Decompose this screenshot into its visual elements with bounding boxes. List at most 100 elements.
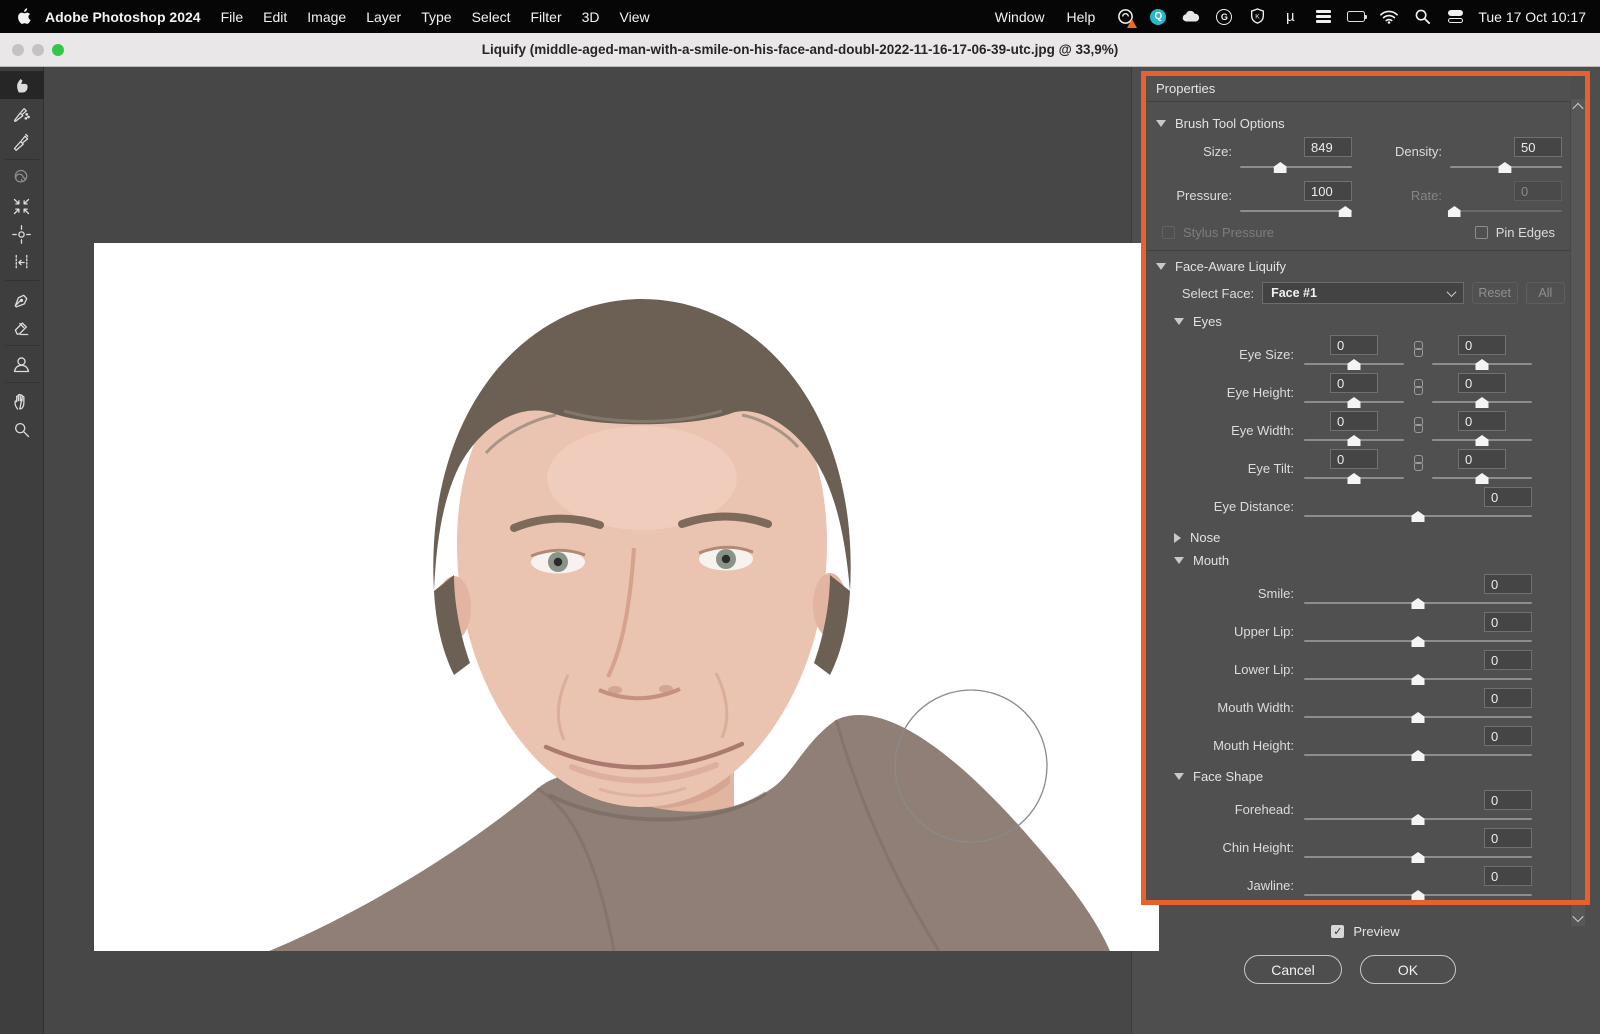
- slider[interactable]: [1432, 358, 1532, 370]
- slider[interactable]: [1304, 889, 1532, 900]
- menu-view[interactable]: View: [610, 9, 660, 25]
- app-name[interactable]: Adobe Photoshop 2024: [45, 9, 201, 25]
- slider[interactable]: [1432, 396, 1532, 408]
- slider-thumb[interactable]: [1476, 473, 1489, 484]
- select-face-dropdown[interactable]: Face #1: [1262, 282, 1463, 304]
- scroll-up-icon[interactable]: [1572, 103, 1583, 114]
- slider-thumb[interactable]: [1476, 435, 1489, 446]
- wifi-icon[interactable]: [1380, 8, 1398, 26]
- slider[interactable]: [1304, 749, 1532, 761]
- slider[interactable]: [1304, 358, 1404, 370]
- menu-window[interactable]: Window: [984, 9, 1056, 25]
- pucker-tool[interactable]: [0, 192, 44, 220]
- menu-select[interactable]: Select: [462, 9, 521, 25]
- value-field[interactable]: 0: [1484, 612, 1532, 632]
- slider[interactable]: [1304, 673, 1532, 685]
- menu-help[interactable]: Help: [1056, 9, 1107, 25]
- creative-cloud-warning-icon[interactable]: [1116, 8, 1134, 26]
- slider-thumb[interactable]: [1412, 890, 1425, 900]
- section-eyes[interactable]: Eyes: [1174, 314, 1565, 329]
- stacked-windows-icon[interactable]: [1314, 8, 1332, 26]
- slider-thumb[interactable]: [1412, 712, 1425, 723]
- forward-warp-tool[interactable]: [0, 71, 44, 99]
- menu-edit[interactable]: Edit: [253, 9, 297, 25]
- smooth-tool[interactable]: [0, 127, 44, 155]
- hand-tool[interactable]: [0, 387, 44, 415]
- section-mouth[interactable]: Mouth: [1174, 553, 1565, 568]
- value-field[interactable]: 0: [1458, 335, 1506, 355]
- spotlight-search-icon[interactable]: [1413, 8, 1431, 26]
- slider-thumb[interactable]: [1348, 473, 1361, 484]
- face-tool[interactable]: [0, 350, 44, 378]
- slider[interactable]: [1304, 434, 1404, 446]
- slider-thumb[interactable]: [1348, 359, 1361, 370]
- slider[interactable]: [1304, 711, 1532, 723]
- control-center-icon[interactable]: [1446, 8, 1464, 26]
- reconstruct-tool[interactable]: [0, 99, 44, 127]
- stylus-pressure-checkbox[interactable]: Stylus Pressure: [1162, 225, 1274, 240]
- slider[interactable]: [1304, 597, 1532, 609]
- slider-thumb[interactable]: [1412, 674, 1425, 685]
- slider-thumb[interactable]: [1412, 636, 1425, 647]
- all-button[interactable]: All: [1526, 282, 1565, 304]
- slider[interactable]: [1304, 396, 1404, 408]
- slider[interactable]: [1304, 472, 1404, 484]
- value-field[interactable]: 0: [1484, 688, 1532, 708]
- slider-thumb[interactable]: [1339, 206, 1352, 217]
- value-field[interactable]: 0: [1330, 449, 1378, 469]
- photo-canvas[interactable]: [94, 243, 1159, 951]
- slider-thumb[interactable]: [1476, 397, 1489, 408]
- slider-thumb[interactable]: [1348, 397, 1361, 408]
- slider[interactable]: [1304, 851, 1532, 863]
- slider-thumb[interactable]: [1412, 814, 1425, 825]
- value-field[interactable]: 0: [1458, 449, 1506, 469]
- value-field[interactable]: 100: [1304, 181, 1352, 201]
- section-nose[interactable]: Nose: [1174, 530, 1565, 545]
- slider-thumb[interactable]: [1412, 598, 1425, 609]
- slider-thumb[interactable]: [1274, 162, 1287, 173]
- value-field[interactable]: 0: [1330, 335, 1378, 355]
- value-field[interactable]: 849: [1304, 137, 1352, 157]
- value-field[interactable]: 0: [1484, 574, 1532, 594]
- freeze-mask-tool[interactable]: [0, 285, 44, 313]
- value-field[interactable]: 0: [1458, 373, 1506, 393]
- link-icon[interactable]: [1404, 411, 1432, 433]
- thaw-mask-tool[interactable]: [0, 313, 44, 341]
- menu-file[interactable]: File: [211, 9, 254, 25]
- slider-thumb[interactable]: [1412, 750, 1425, 761]
- link-icon[interactable]: [1404, 335, 1432, 357]
- value-field[interactable]: 0: [1330, 411, 1378, 431]
- slider[interactable]: [1450, 161, 1562, 173]
- section-face-aware-liquify[interactable]: Face-Aware Liquify: [1156, 259, 1565, 274]
- menu-layer[interactable]: Layer: [356, 9, 411, 25]
- value-field[interactable]: 0: [1484, 866, 1532, 886]
- menu-image[interactable]: Image: [297, 9, 356, 25]
- teal-app-icon[interactable]: Q: [1149, 8, 1167, 26]
- preview-checkbox[interactable]: ✓: [1331, 925, 1344, 938]
- value-field[interactable]: 50: [1514, 137, 1562, 157]
- section-face-shape[interactable]: Face Shape: [1174, 769, 1565, 784]
- menu-type[interactable]: Type: [411, 9, 461, 25]
- slider[interactable]: [1240, 161, 1352, 173]
- slider[interactable]: [1432, 434, 1532, 446]
- properties-scrollbar[interactable]: [1570, 99, 1585, 926]
- link-icon[interactable]: [1404, 449, 1432, 471]
- slider[interactable]: [1304, 510, 1532, 522]
- bloat-tool[interactable]: [0, 220, 44, 248]
- battery-charging-icon[interactable]: [1347, 8, 1365, 26]
- reset-button[interactable]: Reset: [1472, 282, 1518, 304]
- slider-thumb[interactable]: [1476, 359, 1489, 370]
- slider-thumb[interactable]: [1348, 435, 1361, 446]
- slider[interactable]: [1304, 635, 1532, 647]
- apple-menu-icon[interactable]: [16, 8, 31, 25]
- value-field[interactable]: 0: [1484, 726, 1532, 746]
- value-field[interactable]: 0: [1484, 650, 1532, 670]
- slider-thumb[interactable]: [1498, 162, 1511, 173]
- slider[interactable]: [1240, 205, 1352, 217]
- onedrive-cloud-icon[interactable]: [1182, 8, 1200, 26]
- zoom-tool[interactable]: [0, 415, 44, 443]
- slider[interactable]: [1304, 813, 1532, 825]
- value-field[interactable]: 0: [1484, 828, 1532, 848]
- scroll-down-icon[interactable]: [1572, 911, 1583, 922]
- value-field[interactable]: 0: [1514, 181, 1562, 201]
